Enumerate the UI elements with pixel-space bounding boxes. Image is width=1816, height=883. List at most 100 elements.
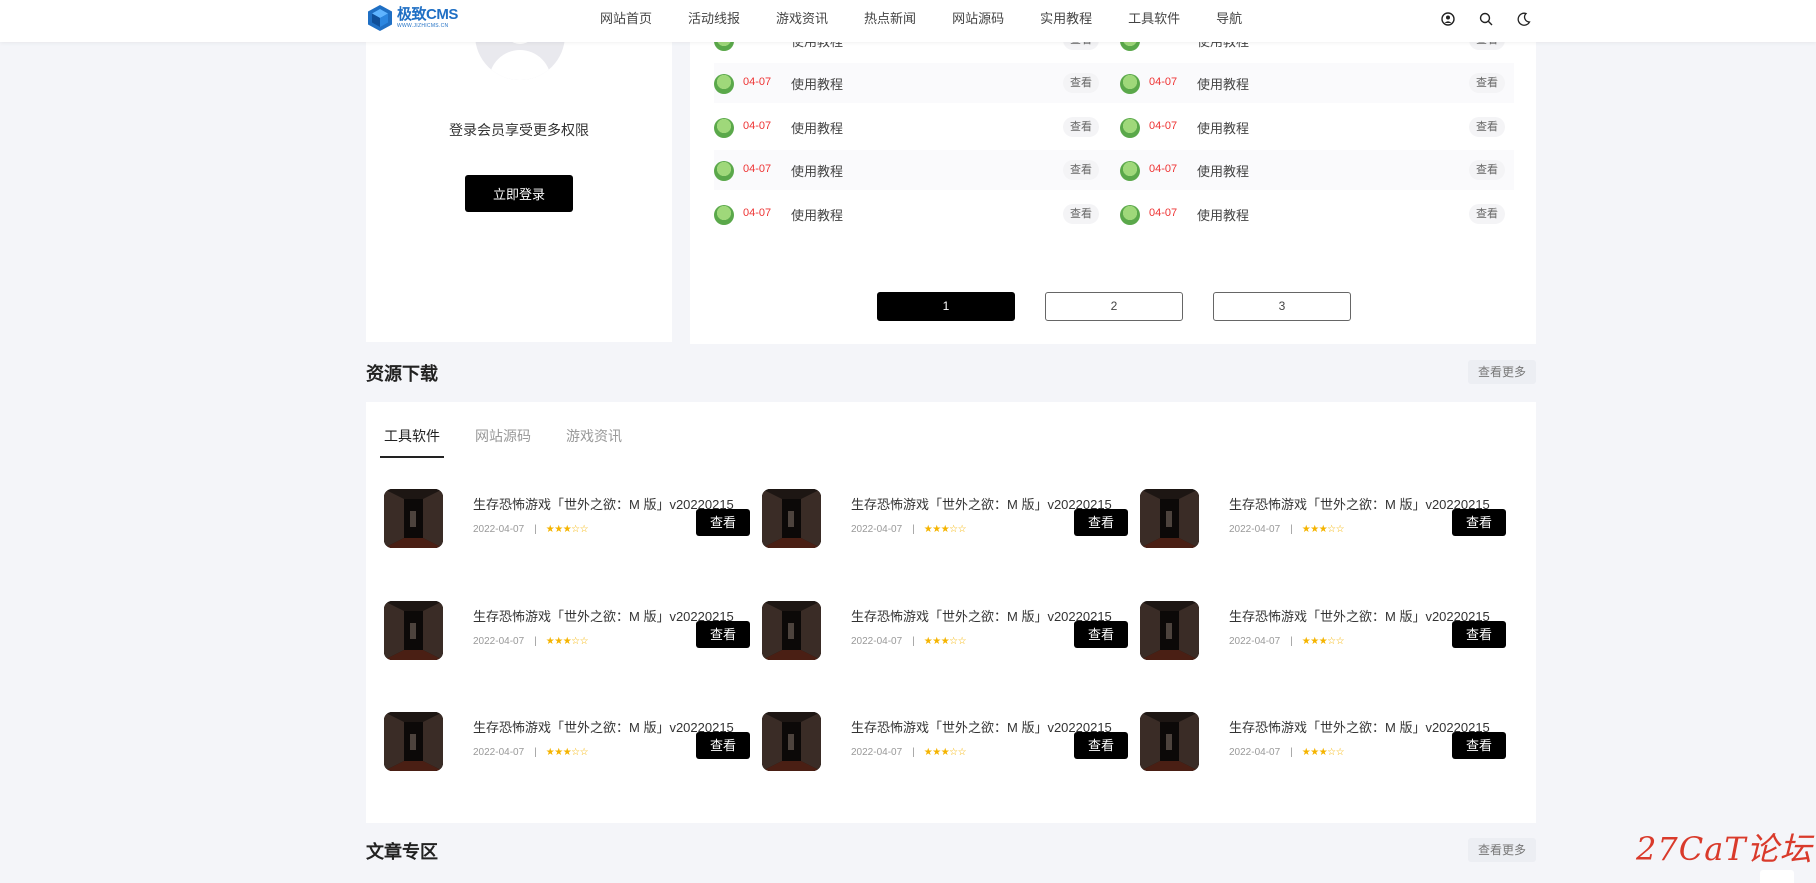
login-tip: 登录会员享受更多权限: [449, 122, 589, 138]
nav-item-7[interactable]: 导航: [1216, 0, 1242, 42]
main-nav: 网站首页 活动线报 游戏资讯 热点新闻 网站源码 实用教程 工具软件 导航: [600, 0, 1278, 42]
resource-view-button[interactable]: 查看: [696, 732, 750, 759]
article-thumb-icon: [1120, 161, 1140, 181]
article-title[interactable]: 使用教程: [1197, 74, 1249, 93]
article-title[interactable]: 使用教程: [791, 118, 843, 137]
tab-2[interactable]: 游戏资讯: [566, 426, 622, 458]
resource-view-button[interactable]: 查看: [1074, 732, 1128, 759]
resource-view-button[interactable]: 查看: [1452, 621, 1506, 648]
article-item[interactable]: 04-07 使用教程 查看: [714, 107, 1109, 147]
resource-meta: 2022-04-07 | ★★★☆☆: [1229, 636, 1345, 647]
article-item[interactable]: 04-07 使用教程 查看: [1120, 107, 1515, 147]
resource-thumbnail[interactable]: [384, 601, 443, 660]
resource-date: 2022-04-07: [473, 524, 525, 535]
article-thumb-icon: [1120, 205, 1140, 225]
page-button-1[interactable]: 1: [877, 292, 1015, 321]
user-card: 登录会员享受更多权限 立即登录: [366, 0, 672, 342]
user-icon[interactable]: [1440, 11, 1456, 27]
article-thumb-icon: [714, 118, 734, 138]
resource-meta: 2022-04-07 | ★★★☆☆: [851, 636, 967, 647]
article-item[interactable]: 04-07 使用教程 查看: [714, 63, 1109, 103]
resource-thumbnail[interactable]: [384, 489, 443, 548]
resource-date: 2022-04-07: [1229, 747, 1281, 758]
rating-stars: ★★★☆☆: [923, 747, 967, 758]
article-item[interactable]: 04-07 使用教程 查看: [1120, 63, 1515, 103]
article-item[interactable]: 04-07 使用教程 查看: [1120, 194, 1515, 234]
article-view-button[interactable]: 查看: [1063, 204, 1099, 224]
article-title[interactable]: 使用教程: [791, 205, 843, 224]
article-title[interactable]: 使用教程: [1197, 118, 1249, 137]
article-title[interactable]: 使用教程: [1197, 205, 1249, 224]
articles-zone-more-button[interactable]: 查看更多: [1468, 838, 1536, 862]
articles-zone-title: 文章专区: [366, 842, 438, 862]
article-view-button[interactable]: 查看: [1063, 73, 1099, 93]
article-row: 04-07 使用教程 查看 04-07 使用教程 查看: [714, 107, 1514, 147]
resource-item: 生存恐怖游戏「世外之欲：M 版」v20220215 2022-04-07 | ★★★☆…: [384, 601, 752, 661]
resource-date: 2022-04-07: [473, 747, 525, 758]
article-row: 04-07 使用教程 查看 04-07 使用教程 查看: [714, 194, 1514, 234]
rating-stars: ★★★☆☆: [1301, 747, 1345, 758]
resource-thumbnail[interactable]: [384, 712, 443, 771]
logo-name: 极致CMS: [397, 5, 458, 23]
resource-meta: 2022-04-07 | ★★★☆☆: [1229, 747, 1345, 758]
resource-view-button[interactable]: 查看: [1074, 621, 1128, 648]
meta-separator: |: [534, 636, 537, 647]
resource-view-button[interactable]: 查看: [1452, 509, 1506, 536]
resource-thumbnail[interactable]: [1140, 601, 1199, 660]
nav-item-4[interactable]: 网站源码: [952, 0, 1004, 42]
article-item[interactable]: 04-07 使用教程 查看: [714, 150, 1109, 190]
resource-date: 2022-04-07: [851, 636, 903, 647]
nav-item-0[interactable]: 网站首页: [600, 0, 652, 42]
search-icon[interactable]: [1478, 11, 1494, 27]
resource-thumbnail[interactable]: [1140, 489, 1199, 548]
nav-item-1[interactable]: 活动线报: [688, 0, 740, 42]
resource-date: 2022-04-07: [1229, 636, 1281, 647]
resource-view-button[interactable]: 查看: [1074, 509, 1128, 536]
moon-icon[interactable]: [1516, 11, 1532, 27]
article-item[interactable]: 04-07 使用教程 查看: [1120, 150, 1515, 190]
resource-thumbnail[interactable]: [762, 601, 821, 660]
resource-thumbnail[interactable]: [762, 712, 821, 771]
resource-item: 生存恐怖游戏「世外之欲：M 版」v20220215 2022-04-07 | ★★★☆…: [1140, 601, 1508, 661]
article-title[interactable]: 使用教程: [791, 74, 843, 93]
article-title[interactable]: 使用教程: [1197, 161, 1249, 180]
article-view-button[interactable]: 查看: [1063, 117, 1099, 137]
article-thumb-icon: [714, 205, 734, 225]
login-button[interactable]: 立即登录: [465, 175, 573, 212]
article-view-button[interactable]: 查看: [1469, 117, 1505, 137]
article-date: 04-07: [1149, 76, 1178, 88]
resource-view-button[interactable]: 查看: [696, 509, 750, 536]
article-title[interactable]: 使用教程: [791, 161, 843, 180]
tab-0[interactable]: 工具软件: [380, 426, 444, 458]
article-view-button[interactable]: 查看: [1469, 73, 1505, 93]
resource-meta: 2022-04-07 | ★★★☆☆: [473, 747, 589, 758]
article-view-button[interactable]: 查看: [1469, 160, 1505, 180]
nav-item-6[interactable]: 工具软件: [1128, 0, 1180, 42]
resource-thumbnail[interactable]: [1140, 712, 1199, 771]
page-button-2[interactable]: 2: [1045, 292, 1183, 321]
resource-view-button[interactable]: 查看: [1452, 732, 1506, 759]
tab-1[interactable]: 网站源码: [475, 426, 531, 458]
resource-meta: 2022-04-07 | ★★★☆☆: [851, 524, 967, 535]
resource-item: 生存恐怖游戏「世外之欲：M 版」v20220215 2022-04-07 | ★★★☆…: [1140, 712, 1508, 772]
site-logo[interactable]: 极致CMS WWW.JIZHICMS.CN: [367, 4, 458, 32]
article-date: 04-07: [743, 76, 772, 88]
resource-view-button[interactable]: 查看: [696, 621, 750, 648]
page-button-3[interactable]: 3: [1213, 292, 1351, 321]
article-list-panel: 123 04-07 使用教程 查看 04-07 使用教程 查看 04-07 使用教程 查看 04-…: [690, 0, 1536, 344]
rating-stars: ★★★☆☆: [923, 636, 967, 647]
floating-widget[interactable]: [1760, 870, 1794, 883]
rating-stars: ★★★☆☆: [1301, 636, 1345, 647]
nav-item-2[interactable]: 游戏资讯: [776, 0, 828, 42]
nav-item-3[interactable]: 热点新闻: [864, 0, 916, 42]
article-item[interactable]: 04-07 使用教程 查看: [714, 194, 1109, 234]
resources-more-button[interactable]: 查看更多: [1468, 360, 1536, 384]
article-date: 04-07: [743, 207, 772, 219]
article-view-button[interactable]: 查看: [1469, 204, 1505, 224]
article-view-button[interactable]: 查看: [1063, 160, 1099, 180]
article-thumb-icon: [714, 161, 734, 181]
resource-meta: 2022-04-07 | ★★★☆☆: [1229, 524, 1345, 535]
resource-thumbnail[interactable]: [762, 489, 821, 548]
nav-item-5[interactable]: 实用教程: [1040, 0, 1092, 42]
meta-separator: |: [534, 747, 537, 758]
